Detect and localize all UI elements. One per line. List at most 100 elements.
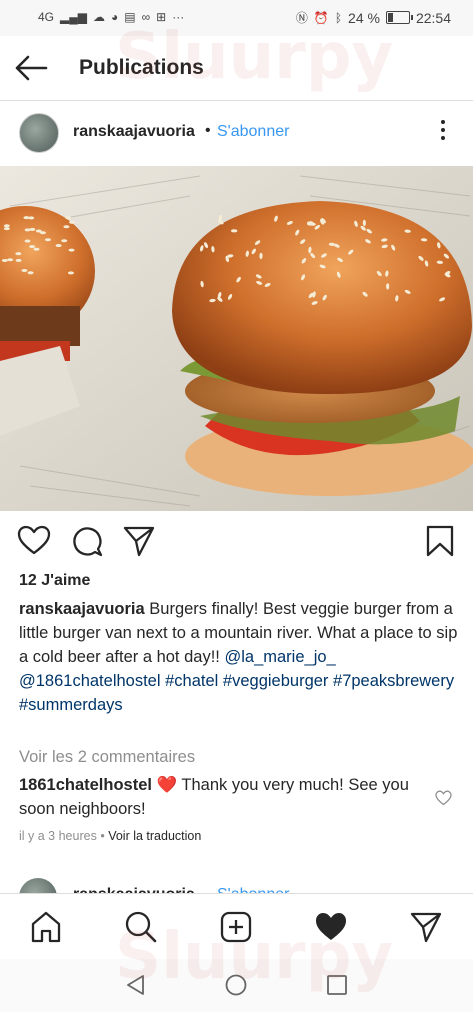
tab-direct[interactable] — [409, 910, 443, 944]
voicemail-icon: ∞ — [141, 10, 151, 24]
comment-icon — [73, 527, 103, 557]
battery-icon — [385, 11, 413, 24]
sesame-seed — [3, 224, 10, 228]
tab-home[interactable] — [29, 910, 63, 944]
post-photo[interactable] — [0, 166, 473, 511]
sesame-seed — [44, 238, 51, 242]
meta-separator: • — [100, 829, 105, 843]
comment-like-button[interactable] — [435, 790, 452, 806]
hashtag-link[interactable]: #chatel — [165, 672, 218, 690]
sesame-seed — [1, 258, 8, 262]
timestamp: il y a 3 heures — [19, 829, 97, 843]
sesame-seed — [29, 245, 36, 249]
sesame-seed — [21, 268, 28, 272]
network-type: 4G — [38, 10, 55, 24]
hashtag-link[interactable]: #veggieburger — [223, 672, 329, 690]
send-icon — [410, 912, 442, 943]
sesame-seed — [68, 248, 75, 252]
sesame-seed — [24, 239, 31, 243]
comment-item: 1861chatelhostel ❤️ Thank you very much!… — [19, 773, 424, 821]
sesame-seed — [27, 271, 34, 275]
follow-button[interactable]: S'abonner — [217, 123, 289, 141]
circle-home-icon — [225, 974, 247, 996]
sesame-seed — [230, 229, 238, 233]
sesame-seed — [33, 247, 40, 251]
mention-link[interactable]: @1861chatelhostel — [19, 672, 161, 690]
clock: 22:54 — [415, 9, 451, 26]
tab-activity[interactable] — [314, 910, 348, 944]
post-meta: il y a 3 heures • Voir la traduction — [19, 829, 201, 843]
separator-dot: • — [205, 122, 211, 139]
red-heart-icon: ❤️ — [156, 776, 178, 794]
bottom-tab-bar — [0, 893, 473, 960]
more-notifications-icon: ··· — [172, 10, 185, 24]
cloud-icon: ☁ — [92, 10, 105, 24]
add-post-icon — [220, 911, 252, 943]
system-nav-bar — [0, 959, 473, 1012]
more-options-button[interactable] — [439, 120, 447, 146]
tab-new-post[interactable] — [219, 910, 253, 944]
translate-link[interactable]: Voir la traduction — [108, 829, 201, 843]
heart-outline-icon — [17, 525, 51, 555]
dot — [441, 128, 445, 132]
comment-button[interactable] — [70, 524, 104, 558]
messenger-icon: ◕ — [110, 10, 119, 24]
square-recents-icon — [327, 975, 347, 995]
search-icon — [125, 911, 157, 943]
sesame-seed — [7, 258, 14, 262]
bluetooth-icon: ᛒ — [334, 10, 343, 25]
sesame-seed — [61, 239, 68, 243]
post-header: ranskaajavuoria • S'abonner — [0, 100, 473, 166]
status-bar: 4G ▂▄▆ ☁ ◕ ▤ ∞ ⊞ ··· Ⓝ ⏰ ᛒ 24 % 22:54 — [0, 0, 473, 36]
alarm-icon: ⏰ — [313, 10, 329, 25]
post-caption: ranskaajavuoria Burgers finally! Best ve… — [19, 597, 459, 717]
bookmark-icon — [426, 525, 454, 557]
app-bar: Publications — [0, 36, 473, 101]
post-action-bar — [0, 518, 473, 562]
sesame-seed — [24, 228, 31, 232]
avatar[interactable] — [19, 113, 59, 153]
share-button[interactable] — [122, 524, 156, 558]
nav-recents-button[interactable] — [325, 973, 349, 997]
back-button[interactable] — [14, 54, 48, 82]
page-title: Publications — [79, 56, 204, 79]
sesame-seed — [28, 216, 35, 220]
view-comments-link[interactable]: Voir les 2 commentaires — [19, 748, 195, 767]
comment-author[interactable]: 1861chatelhostel — [19, 776, 152, 794]
message-icon: ▤ — [124, 10, 136, 24]
heart-outline-icon — [435, 790, 452, 806]
mention-link[interactable]: @la_marie_jo_ — [224, 648, 335, 666]
battery-fill — [387, 13, 393, 22]
sesame-seed — [39, 231, 46, 235]
sesame-seed — [69, 220, 76, 224]
hashtag-link[interactable]: #summerdays — [19, 696, 123, 714]
home-icon — [31, 911, 61, 943]
status-left-icons: 4G ▂▄▆ ☁ ◕ ▤ ∞ ⊞ ··· — [38, 10, 184, 24]
battery-percent: 24 % — [348, 9, 380, 26]
sesame-seed — [386, 283, 390, 290]
sesame-seed — [63, 225, 70, 229]
likes-count[interactable]: 12 J'aime — [19, 572, 90, 590]
sesame-seed — [67, 271, 74, 275]
triangle-back-icon — [127, 975, 144, 995]
send-icon — [123, 526, 155, 557]
save-button[interactable] — [423, 524, 457, 558]
sesame-seed — [3, 227, 10, 231]
heart-filled-icon — [316, 913, 346, 940]
nav-home-button[interactable] — [224, 973, 248, 997]
nav-back-button[interactable] — [124, 973, 148, 997]
sesame-seed — [15, 258, 22, 262]
post-username[interactable]: ranskaajavuoria — [73, 123, 195, 141]
signal-icon: ▂▄▆ — [60, 10, 87, 24]
nfc-icon: Ⓝ — [295, 11, 308, 25]
gamepad-icon: ⊞ — [156, 10, 167, 24]
sesame-seed — [65, 216, 72, 220]
dot — [441, 120, 445, 124]
dot — [441, 136, 445, 140]
caption-author[interactable]: ranskaajavuoria — [19, 600, 145, 618]
tab-search[interactable] — [124, 910, 158, 944]
hashtag-link[interactable]: #7peaksbrewery — [333, 672, 454, 690]
sesame-seed — [55, 244, 62, 248]
like-button[interactable] — [17, 524, 51, 558]
sesame-seed — [15, 252, 22, 256]
